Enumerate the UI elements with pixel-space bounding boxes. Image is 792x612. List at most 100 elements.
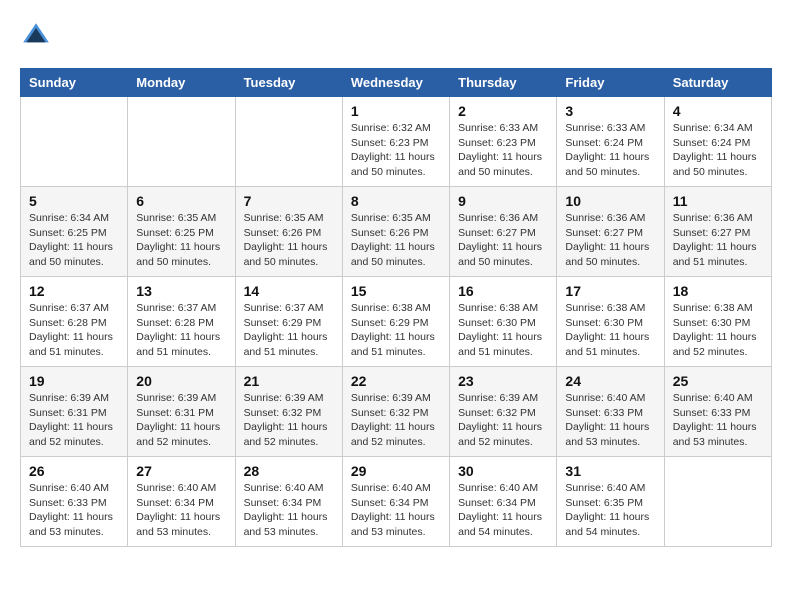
day-number: 23: [458, 373, 548, 389]
day-info: Sunrise: 6:36 AM Sunset: 6:27 PM Dayligh…: [565, 211, 655, 270]
calendar-body: 1Sunrise: 6:32 AM Sunset: 6:23 PM Daylig…: [21, 97, 772, 547]
day-number: 22: [351, 373, 441, 389]
weekday-header-friday: Friday: [557, 69, 664, 97]
calendar-cell: 4Sunrise: 6:34 AM Sunset: 6:24 PM Daylig…: [664, 97, 771, 187]
calendar-cell: 23 Sunrise: 6:39 AM Sunset: 6:32 PM Dayli…: [450, 367, 557, 457]
day-number: 8: [351, 193, 441, 209]
day-info: Sunrise: 6:37 AM Sunset: 6:28 PM Dayligh…: [136, 301, 226, 360]
day-number: 26: [29, 463, 119, 479]
day-info: Sunrise: 6:33 AM Sunset: 6:24 PM Dayligh…: [565, 121, 655, 180]
calendar-cell: 11 Sunrise: 6:36 AM Sunset: 6:27 PM Dayli…: [664, 187, 771, 277]
day-number: 27: [136, 463, 226, 479]
day-info: Sunrise: 6:38 AM Sunset: 6:30 PM Dayligh…: [673, 301, 763, 360]
day-info: Sunrise: 6:36 AM Sunset: 6:27 PM Dayligh…: [458, 211, 548, 270]
day-number: 28: [244, 463, 334, 479]
day-number: 20: [136, 373, 226, 389]
calendar-cell: 12Sunrise: 6:37 AM Sunset: 6:28 PM Dayli…: [21, 277, 128, 367]
day-number: 21: [244, 373, 334, 389]
calendar-cell: 6 Sunrise: 6:35 AM Sunset: 6:25 PM Daylig…: [128, 187, 235, 277]
calendar-cell: 24 Sunrise: 6:40 AM Sunset: 6:33 PM Dayli…: [557, 367, 664, 457]
calendar-cell: 2 Sunrise: 6:33 AM Sunset: 6:23 PM Daylig…: [450, 97, 557, 187]
day-info: Sunrise: 6:37 AM Sunset: 6:29 PM Dayligh…: [244, 301, 334, 360]
day-info: Sunrise: 6:40 AM Sunset: 6:33 PM Dayligh…: [29, 481, 119, 540]
calendar-cell: 20 Sunrise: 6:39 AM Sunset: 6:31 PM Dayli…: [128, 367, 235, 457]
calendar-cell: 21 Sunrise: 6:39 AM Sunset: 6:32 PM Dayli…: [235, 367, 342, 457]
day-info: Sunrise: 6:40 AM Sunset: 6:34 PM Dayligh…: [244, 481, 334, 540]
day-info: Sunrise: 6:34 AM Sunset: 6:25 PM Dayligh…: [29, 211, 119, 270]
day-info: Sunrise: 6:39 AM Sunset: 6:32 PM Dayligh…: [458, 391, 548, 450]
calendar-cell: [21, 97, 128, 187]
day-number: 6: [136, 193, 226, 209]
day-info: Sunrise: 6:38 AM Sunset: 6:30 PM Dayligh…: [458, 301, 548, 360]
logo: [20, 20, 56, 52]
calendar-cell: 9 Sunrise: 6:36 AM Sunset: 6:27 PM Daylig…: [450, 187, 557, 277]
calendar-cell: 3 Sunrise: 6:33 AM Sunset: 6:24 PM Daylig…: [557, 97, 664, 187]
day-info: Sunrise: 6:40 AM Sunset: 6:34 PM Dayligh…: [351, 481, 441, 540]
calendar-cell: 15 Sunrise: 6:38 AM Sunset: 6:29 PM Dayli…: [342, 277, 449, 367]
day-number: 11: [673, 193, 763, 209]
day-number: 3: [565, 103, 655, 119]
day-number: 29: [351, 463, 441, 479]
calendar-cell: 25Sunrise: 6:40 AM Sunset: 6:33 PM Dayli…: [664, 367, 771, 457]
day-number: 15: [351, 283, 441, 299]
calendar-cell: 10 Sunrise: 6:36 AM Sunset: 6:27 PM Dayli…: [557, 187, 664, 277]
calendar-week-1: 1Sunrise: 6:32 AM Sunset: 6:23 PM Daylig…: [21, 97, 772, 187]
calendar-cell: [128, 97, 235, 187]
day-info: Sunrise: 6:38 AM Sunset: 6:30 PM Dayligh…: [565, 301, 655, 360]
calendar-cell: 27 Sunrise: 6:40 AM Sunset: 6:34 PM Dayli…: [128, 457, 235, 547]
calendar-cell: 8Sunrise: 6:35 AM Sunset: 6:26 PM Daylig…: [342, 187, 449, 277]
calendar-week-3: 12 Sunrise: 6:37 AM Sunset: 6:28 PM Dayli…: [21, 277, 772, 367]
calendar-week-5: 26 Sunrise: 6:40 AM Sunset: 6:33 PM Dayli…: [21, 457, 772, 547]
weekday-header-saturday: Saturday: [664, 69, 771, 97]
day-number: 24: [565, 373, 655, 389]
day-info: Sunrise: 6:33 AM Sunset: 6:23 PM Dayligh…: [458, 121, 548, 180]
day-info: Sunrise: 6:40 AM Sunset: 6:34 PM Dayligh…: [458, 481, 548, 540]
day-number: 16: [458, 283, 548, 299]
calendar-cell: 22 Sunrise: 6:39 AM Sunset: 6:32 PM Dayli…: [342, 367, 449, 457]
day-number: 13: [136, 283, 226, 299]
day-number: 9: [458, 193, 548, 209]
day-number: 31: [565, 463, 655, 479]
day-info: Sunrise: 6:39 AM Sunset: 6:32 PM Dayligh…: [351, 391, 441, 450]
day-number: 2: [458, 103, 548, 119]
day-number: 5: [29, 193, 119, 209]
day-number: 19: [29, 373, 119, 389]
day-info: Sunrise: 6:35 AM Sunset: 6:25 PM Dayligh…: [136, 211, 226, 270]
calendar-cell: 13 Sunrise: 6:37 AM Sunset: 6:28 PM Dayli…: [128, 277, 235, 367]
day-number: 14: [244, 283, 334, 299]
day-info: Sunrise: 6:32 AM Sunset: 6:23 PM Dayligh…: [351, 121, 441, 180]
day-info: Sunrise: 6:39 AM Sunset: 6:31 PM Dayligh…: [136, 391, 226, 450]
day-info: Sunrise: 6:39 AM Sunset: 6:31 PM Dayligh…: [29, 391, 119, 450]
day-info: Sunrise: 6:38 AM Sunset: 6:29 PM Dayligh…: [351, 301, 441, 360]
calendar-cell: 14 Sunrise: 6:37 AM Sunset: 6:29 PM Dayli…: [235, 277, 342, 367]
weekday-header-tuesday: Tuesday: [235, 69, 342, 97]
day-number: 10: [565, 193, 655, 209]
calendar-cell: 5 Sunrise: 6:34 AM Sunset: 6:25 PM Daylig…: [21, 187, 128, 277]
day-info: Sunrise: 6:40 AM Sunset: 6:35 PM Dayligh…: [565, 481, 655, 540]
day-info: Sunrise: 6:40 AM Sunset: 6:33 PM Dayligh…: [673, 391, 763, 450]
weekday-header-sunday: Sunday: [21, 69, 128, 97]
calendar-cell: 7Sunrise: 6:35 AM Sunset: 6:26 PM Daylig…: [235, 187, 342, 277]
calendar-cell: 30Sunrise: 6:40 AM Sunset: 6:34 PM Dayli…: [450, 457, 557, 547]
calendar-cell: 1Sunrise: 6:32 AM Sunset: 6:23 PM Daylig…: [342, 97, 449, 187]
day-number: 12: [29, 283, 119, 299]
calendar-cell: 19 Sunrise: 6:39 AM Sunset: 6:31 PM Dayli…: [21, 367, 128, 457]
day-info: Sunrise: 6:39 AM Sunset: 6:32 PM Dayligh…: [244, 391, 334, 450]
calendar-table: SundayMondayTuesdayWednesdayThursdayFrid…: [20, 68, 772, 547]
calendar-cell: 17Sunrise: 6:38 AM Sunset: 6:30 PM Dayli…: [557, 277, 664, 367]
calendar-cell: 16 Sunrise: 6:38 AM Sunset: 6:30 PM Dayli…: [450, 277, 557, 367]
logo-icon: [20, 20, 52, 52]
calendar-cell: [235, 97, 342, 187]
calendar-cell: [664, 457, 771, 547]
day-info: Sunrise: 6:40 AM Sunset: 6:34 PM Dayligh…: [136, 481, 226, 540]
day-info: Sunrise: 6:35 AM Sunset: 6:26 PM Dayligh…: [244, 211, 334, 270]
day-info: Sunrise: 6:36 AM Sunset: 6:27 PM Dayligh…: [673, 211, 763, 270]
calendar-cell: 31 Sunrise: 6:40 AM Sunset: 6:35 PM Dayli…: [557, 457, 664, 547]
page: SundayMondayTuesdayWednesdayThursdayFrid…: [0, 0, 792, 567]
day-info: Sunrise: 6:40 AM Sunset: 6:33 PM Dayligh…: [565, 391, 655, 450]
calendar-week-4: 19 Sunrise: 6:39 AM Sunset: 6:31 PM Dayli…: [21, 367, 772, 457]
calendar-header: SundayMondayTuesdayWednesdayThursdayFrid…: [21, 69, 772, 97]
weekday-header-monday: Monday: [128, 69, 235, 97]
weekday-header-row: SundayMondayTuesdayWednesdayThursdayFrid…: [21, 69, 772, 97]
weekday-header-wednesday: Wednesday: [342, 69, 449, 97]
